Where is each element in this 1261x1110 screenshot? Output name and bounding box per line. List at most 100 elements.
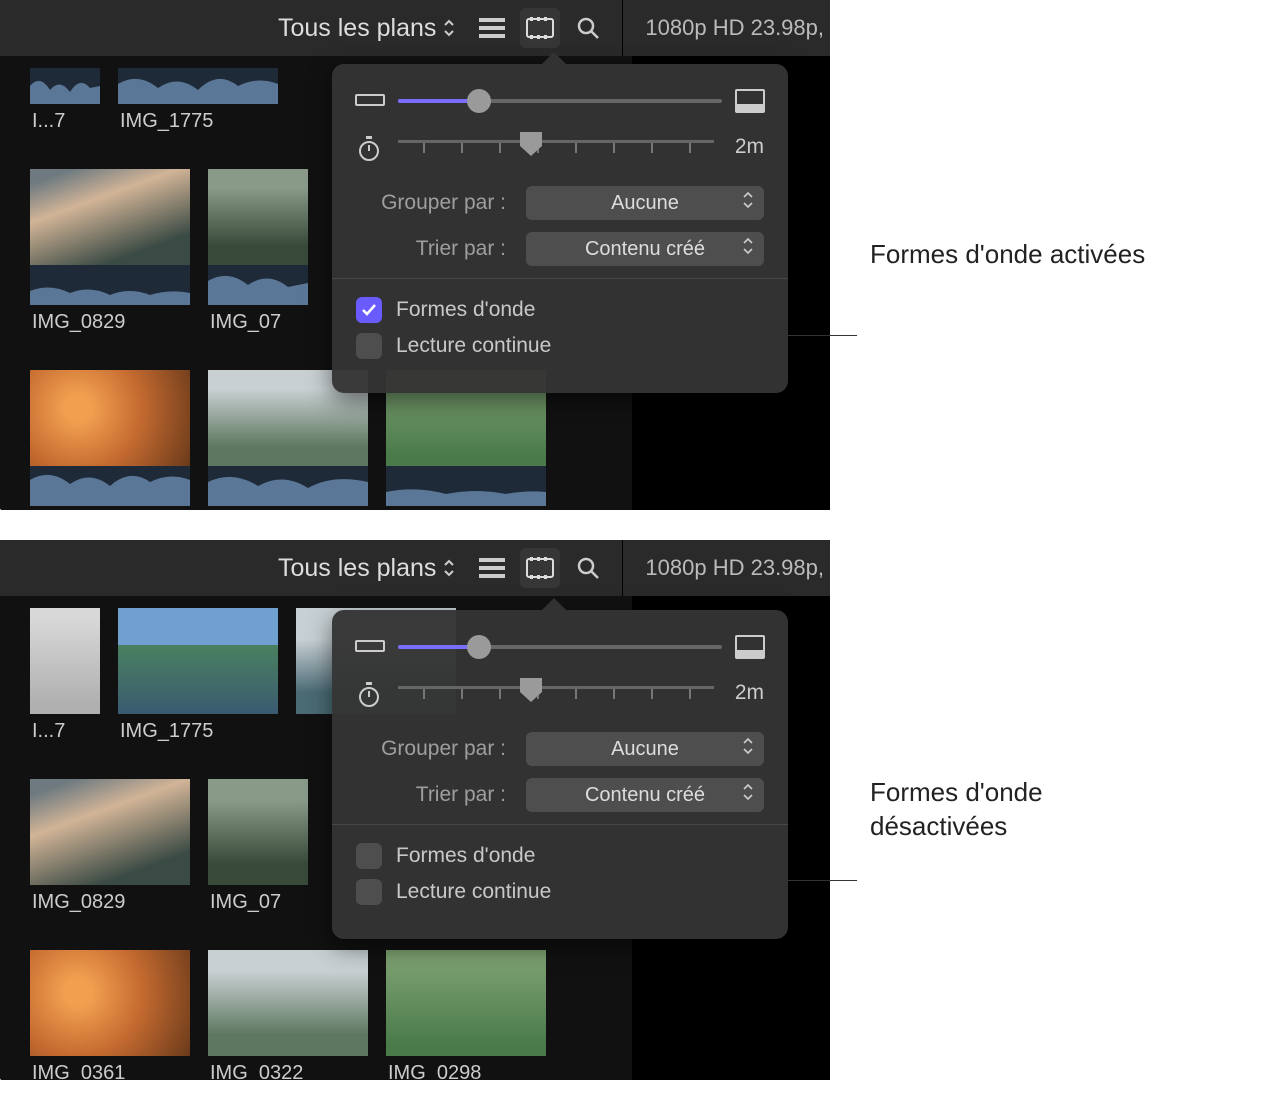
duration-slider[interactable] [398,680,714,706]
group-by-select[interactable]: Aucune [526,186,764,220]
clip-item[interactable]: IMG_0829 [30,779,190,914]
slider-knob[interactable] [467,89,491,113]
sort-by-label: Trier par : [356,237,506,261]
slider-playhead[interactable] [520,678,542,710]
sort-by-label: Trier par : [356,783,506,807]
filmstrip-icon [527,557,553,579]
browser-panel-waveforms-on: Tous les plans [0,0,830,510]
continuous-playback-checkbox[interactable] [356,879,382,905]
slider-playhead[interactable] [520,132,542,164]
waveforms-checkbox[interactable] [356,297,382,323]
filmstrip-icon [527,17,553,39]
callout-leader-line [545,335,857,336]
search-button[interactable] [568,8,608,48]
clip-item[interactable]: IMG_0298 [386,950,546,1080]
clip-filter-dropdown[interactable]: Tous les plans [270,14,464,43]
clip-height-slider-row [356,636,764,658]
duration-value: 2m [728,681,764,705]
duration-value: 2m [728,135,764,159]
clip-item[interactable]: IMG_1775 [118,68,278,133]
clip-item[interactable]: I...7 [30,68,100,133]
sort-by-select[interactable]: Contenu créé [526,232,764,266]
duration-slider-row: 2m [356,680,764,706]
clip-item[interactable]: IMG_0361 [30,370,190,510]
clip-item[interactable]: IMG_07 [208,169,308,334]
waveforms-label: Formes d'onde [396,844,535,868]
clip-label: IMG_0298 [386,1056,546,1080]
clip-thumbnail [386,950,546,1056]
clip-label: IMG_07 [208,885,308,914]
callout-waveforms-off: Formes d'onde désactivées [870,776,1261,844]
callout-leader-line [545,880,857,881]
clip-item[interactable]: I...7 [30,608,100,743]
audio-waveform [386,466,546,506]
clip-thumbnail [208,169,308,265]
popover-divider [332,824,788,825]
group-by-label: Grouper par : [356,191,506,215]
small-filmstrip-icon [356,90,384,112]
audio-waveform [30,265,190,305]
clip-label: IMG_0361 [30,506,190,510]
search-button[interactable] [568,548,608,588]
group-by-select[interactable]: Aucune [526,732,764,766]
group-by-row: Grouper par : Aucune [356,732,764,766]
clip-appearance-button[interactable] [520,8,560,48]
stopwatch-icon [356,682,384,704]
clip-label: I...7 [30,714,100,743]
clip-label: IMG_0298 [386,506,546,510]
browser-toolbar: Tous les plans [0,0,830,56]
continuous-playback-label: Lecture continue [396,334,551,358]
large-filmstrip-icon [736,636,764,658]
clip-appearance-button[interactable] [520,548,560,588]
chevron-updown-icon [742,783,754,807]
clip-item[interactable]: IMG_0829 [30,169,190,334]
sort-by-row: Trier par : Contenu créé [356,778,764,812]
toolbar-divider [622,0,623,56]
clip-label: IMG_0361 [30,1056,190,1080]
clip-height-slider-row [356,90,764,112]
list-view-button[interactable] [472,548,512,588]
continuous-playback-label: Lecture continue [396,880,551,904]
clip-item[interactable]: IMG_0322 [208,950,368,1080]
continuous-playback-row: Lecture continue [356,333,764,359]
browser-panel-waveforms-off: Tous les plans [0,540,830,1080]
list-view-button[interactable] [472,8,512,48]
chevron-updown-icon [442,18,456,38]
continuous-playback-checkbox[interactable] [356,333,382,359]
clip-thumbnail [208,779,308,885]
sort-by-row: Trier par : Contenu créé [356,232,764,266]
chevron-updown-icon [742,237,754,261]
waveforms-checkbox[interactable] [356,843,382,869]
audio-waveform [208,466,368,506]
waveforms-checkbox-row: Formes d'onde [356,297,764,323]
clip-label: IMG_0829 [30,305,190,334]
slider-knob[interactable] [467,635,491,659]
search-icon [576,16,600,40]
clip-item[interactable]: IMG_1775 [118,608,278,743]
clip-label: I...7 [30,104,100,133]
audio-waveform [118,68,278,104]
stopwatch-icon [356,136,384,158]
waveforms-checkbox-row: Formes d'onde [356,843,764,869]
clip-thumbnail [30,950,190,1056]
clip-item[interactable]: IMG_07 [208,779,308,914]
clip-label: IMG_0322 [208,1056,368,1080]
clip-thumbnail [208,950,368,1056]
clip-height-slider[interactable] [398,99,722,103]
clip-item[interactable]: IMG_0361 [30,950,190,1080]
clip-filter-dropdown[interactable]: Tous les plans [270,554,464,583]
list-view-icon [479,18,505,38]
sort-by-select[interactable]: Contenu créé [526,778,764,812]
chevron-updown-icon [742,737,754,761]
clip-height-slider[interactable] [398,645,722,649]
popover-divider [332,278,788,279]
sort-by-value: Contenu créé [585,784,705,807]
clip-label: IMG_07 [208,305,308,334]
list-view-icon [479,558,505,578]
duration-slider[interactable] [398,134,714,160]
clip-label: IMG_1775 [118,104,278,133]
large-filmstrip-icon [736,90,764,112]
duration-slider-row: 2m [356,134,764,160]
audio-waveform [30,466,190,506]
audio-waveform [30,68,100,104]
